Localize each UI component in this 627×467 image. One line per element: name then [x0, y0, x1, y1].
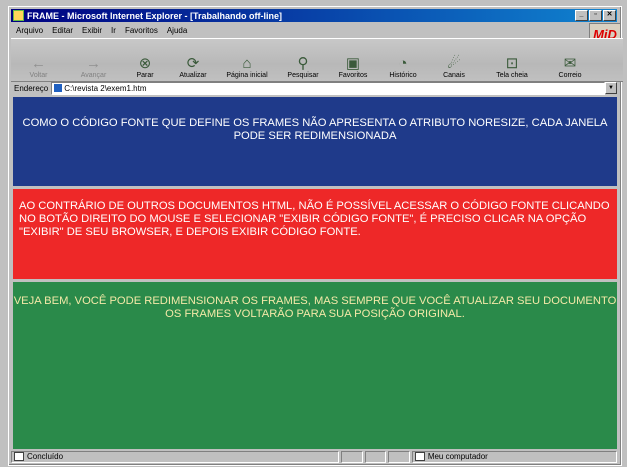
fullscreen-icon: ⊡ [505, 55, 519, 72]
ie-app-icon [13, 10, 24, 21]
menu-ajuda[interactable]: Ajuda [167, 26, 187, 35]
mail-label: Correio [558, 72, 582, 79]
frame-top-text: COMO O CÓDIGO FONTE QUE DEFINE OS FRAMES… [22, 117, 608, 142]
restore-button[interactable]: ▫ [589, 10, 602, 21]
menu-exibir[interactable]: Exibir [82, 26, 102, 35]
home-button[interactable]: ⌂ Página inicial [217, 41, 277, 81]
back-arrow-icon: ← [31, 55, 46, 72]
toolbar: ← Voltar → Avançar ⊗ Parar ⟳ Atualizar ⌂… [11, 38, 623, 82]
menu-bar: Arquivo Editar Exibir Ir Favoritos Ajuda [11, 24, 571, 36]
refresh-label: Atualizar [179, 72, 207, 79]
search-button[interactable]: ⚲ Pesquisar [277, 41, 329, 81]
status-zone-text: Meu computador [427, 452, 488, 461]
back-button[interactable]: ← Voltar [11, 41, 66, 81]
page-done-icon [14, 452, 24, 461]
back-label: Voltar [29, 72, 48, 79]
stop-label: Parar [136, 72, 154, 79]
page-icon [54, 84, 63, 92]
menu-editar[interactable]: Editar [52, 26, 73, 35]
forward-label: Avançar [80, 72, 107, 79]
forward-arrow-icon: → [86, 55, 101, 72]
mail-button[interactable]: ✉ Correio [545, 41, 595, 81]
address-bar: Endereço C:\revista 2\exem1.htm ▼ [11, 81, 617, 95]
forward-button[interactable]: → Avançar [66, 41, 121, 81]
frame-bottom-text: VEJA BEM, VOCÊ PODE REDIMENSIONAR OS FRA… [13, 295, 617, 320]
status-text: Concluído [27, 452, 64, 461]
frameset: COMO O CÓDIGO FONTE QUE DEFINE OS FRAMES… [13, 97, 617, 449]
browser-window: FRAME - Microsoft Internet Explorer - [T… [8, 6, 623, 466]
favorites-label: Favoritos [338, 72, 368, 79]
mail-icon: ✉ [563, 55, 577, 72]
search-label: Pesquisar [287, 72, 319, 79]
minimize-button[interactable]: _ [575, 10, 588, 21]
home-icon: ⌂ [242, 55, 252, 72]
channels-button[interactable]: ☄ Canais [429, 41, 479, 81]
channels-label: Canais [443, 72, 465, 79]
address-value: C:\revista 2\exem1.htm [64, 83, 147, 93]
history-label: Histórico [389, 72, 417, 79]
favorites-icon: ▣ [345, 55, 361, 72]
address-field[interactable]: C:\revista 2\exem1.htm [51, 81, 605, 95]
address-label: Endereço [14, 83, 49, 93]
status-pane-2 [364, 450, 387, 463]
status-zone: Meu computador [411, 450, 617, 463]
status-main: Concluído [11, 450, 339, 463]
history-button[interactable]: ◔ Histórico [377, 41, 429, 81]
refresh-button[interactable]: ⟳ Atualizar [169, 41, 217, 81]
stop-button[interactable]: ⊗ Parar [121, 41, 169, 81]
channels-icon: ☄ [447, 55, 461, 72]
home-label: Página inicial [226, 72, 268, 79]
status-pane-3 [388, 450, 410, 463]
status-pane-1 [340, 450, 363, 463]
close-button[interactable]: ✕ [603, 10, 616, 21]
fullscreen-button[interactable]: ⊡ Tela cheia [479, 41, 545, 81]
stop-icon: ⊗ [138, 55, 152, 72]
address-dropdown-icon[interactable]: ▼ [605, 82, 617, 94]
frame-top: COMO O CÓDIGO FONTE QUE DEFINE OS FRAMES… [13, 97, 617, 186]
title-bar[interactable]: FRAME - Microsoft Internet Explorer - [T… [11, 9, 617, 22]
status-bar: Concluído Meu computador [11, 450, 617, 463]
frame-bottom: VEJA BEM, VOCÊ PODE REDIMENSIONAR OS FRA… [13, 282, 617, 449]
history-icon: ◔ [398, 55, 408, 72]
favorites-button[interactable]: ▣ Favoritos [329, 41, 377, 81]
menu-favoritos[interactable]: Favoritos [125, 26, 158, 35]
menu-ir[interactable]: Ir [111, 26, 116, 35]
menu-arquivo[interactable]: Arquivo [16, 26, 43, 35]
window-title: FRAME - Microsoft Internet Explorer - [T… [27, 10, 283, 21]
search-icon: ⚲ [297, 55, 309, 72]
computer-icon [414, 452, 425, 461]
frame-middle: AO CONTRÁRIO DE OUTROS DOCUMENTOS HTML, … [13, 189, 617, 279]
fullscreen-label: Tela cheia [496, 72, 528, 79]
refresh-icon: ⟳ [186, 55, 200, 72]
frame-middle-text: AO CONTRÁRIO DE OUTROS DOCUMENTOS HTML, … [19, 200, 610, 238]
